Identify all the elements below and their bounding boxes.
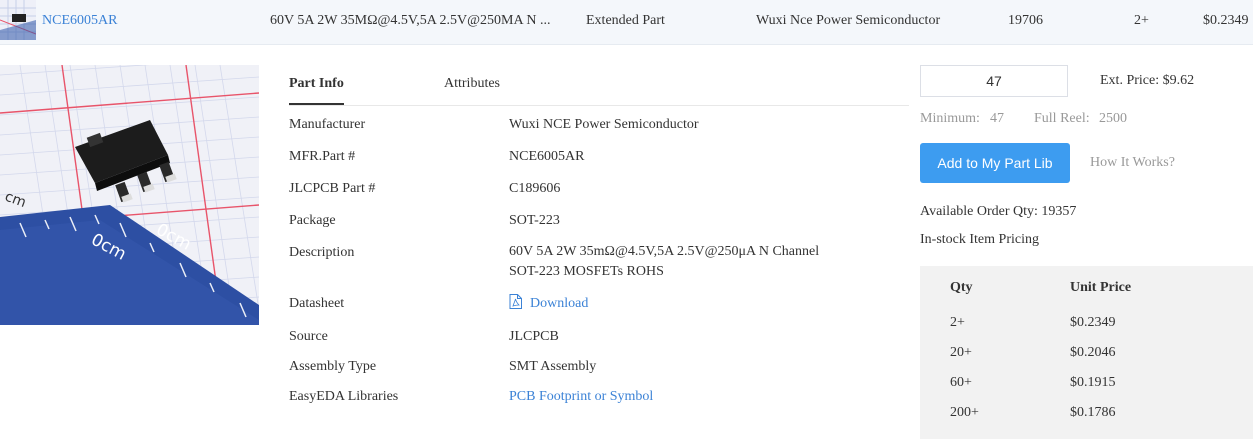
price-row-price: $0.1786 xyxy=(1070,405,1116,420)
price-table-price-header: Unit Price xyxy=(1070,280,1132,295)
description-line-1: 60V 5A 2W 35mΩ@4.5V,5A 2.5V@250μA N Chan… xyxy=(509,244,820,259)
easyeda-label: EasyEDA Libraries xyxy=(289,389,399,404)
datasheet-download-label[interactable]: Download xyxy=(530,296,588,311)
active-tab-indicator xyxy=(289,103,344,105)
price-row-qty: 200+ xyxy=(950,405,979,420)
datasheet-label: Datasheet xyxy=(289,296,345,311)
package-label: Package xyxy=(289,213,336,228)
instock-pricing-title: In-stock Item Pricing xyxy=(920,232,1039,247)
min-qty: 2+ xyxy=(1134,13,1149,28)
price-table: Qty Unit Price 2+ $0.2349 20+ $0.2046 60… xyxy=(920,266,1253,439)
tab-part-info[interactable]: Part Info xyxy=(289,76,344,92)
description-line-2: SOT-223 MOSFETs ROHS xyxy=(509,264,664,279)
product-list-row[interactable]: NCE6005AR 60V 5A 2W 35MΩ@4.5V,5A 2.5V@25… xyxy=(0,0,1253,45)
manufacturer-label: Manufacturer xyxy=(289,117,366,132)
price-row-qty: 60+ xyxy=(950,375,972,390)
minimum-label: Minimum: xyxy=(920,111,980,126)
part-tabs: Part Info Attributes xyxy=(289,65,909,106)
price-row-qty: 2+ xyxy=(950,315,965,330)
add-to-part-lib-button[interactable]: Add to My Part Lib xyxy=(920,143,1070,183)
pdf-file-icon xyxy=(509,294,522,316)
mfr-part-label: MFR.Part # xyxy=(289,149,356,164)
manufacturer: Wuxi Nce Power Semiconductor xyxy=(756,13,941,28)
product-image: cm 0cm 0cm xyxy=(0,65,259,325)
price-table-qty-header: Qty xyxy=(950,280,973,295)
assembly-type-value: SMT Assembly xyxy=(509,359,597,374)
stock-count: 19706 xyxy=(1008,13,1043,28)
jlcpcb-part-label: JLCPCB Part # xyxy=(289,181,376,196)
datasheet-download-link[interactable]: Download xyxy=(509,294,909,316)
ext-price: Ext. Price: $9.62 xyxy=(1100,73,1195,88)
how-it-works-link[interactable]: How It Works? xyxy=(1090,155,1175,171)
mfr-part-value: NCE6005AR xyxy=(509,149,585,164)
easyeda-footprint-link[interactable]: PCB Footprint or Symbol xyxy=(509,387,909,407)
source-label: Source xyxy=(289,329,328,344)
price-row-qty: 20+ xyxy=(950,345,972,360)
price-row-price: $0.2349 xyxy=(1070,315,1116,330)
product-thumbnail[interactable] xyxy=(0,0,36,40)
part-type: Extended Part xyxy=(586,13,665,28)
full-reel-label: Full Reel: xyxy=(1034,111,1090,126)
part-description: 60V 5A 2W 35MΩ@4.5V,5A 2.5V@250MA N ... xyxy=(270,13,551,28)
assembly-type-label: Assembly Type xyxy=(289,359,377,374)
tab-attributes[interactable]: Attributes xyxy=(444,76,500,92)
minimum-value: 47 xyxy=(990,111,1004,126)
price-row-price: $0.2046 xyxy=(1070,345,1116,360)
full-reel-value: 2500 xyxy=(1099,111,1127,126)
quantity-input[interactable] xyxy=(920,65,1068,97)
jlcpcb-part-value: C189606 xyxy=(509,181,561,196)
price-row-price: $0.1915 xyxy=(1070,375,1116,390)
part-number-link[interactable]: NCE6005AR xyxy=(42,13,117,29)
manufacturer-value: Wuxi NCE Power Semiconductor xyxy=(509,117,699,132)
description-value: 60V 5A 2W 35mΩ@4.5V,5A 2.5V@250μA N Chan… xyxy=(509,242,909,282)
available-order-qty: Available Order Qty: 19357 xyxy=(920,204,1077,219)
description-label: Description xyxy=(289,245,355,260)
unit-price: $0.2349 xyxy=(1203,13,1249,28)
package-value: SOT-223 xyxy=(509,213,560,228)
source-value: JLCPCB xyxy=(509,329,559,344)
